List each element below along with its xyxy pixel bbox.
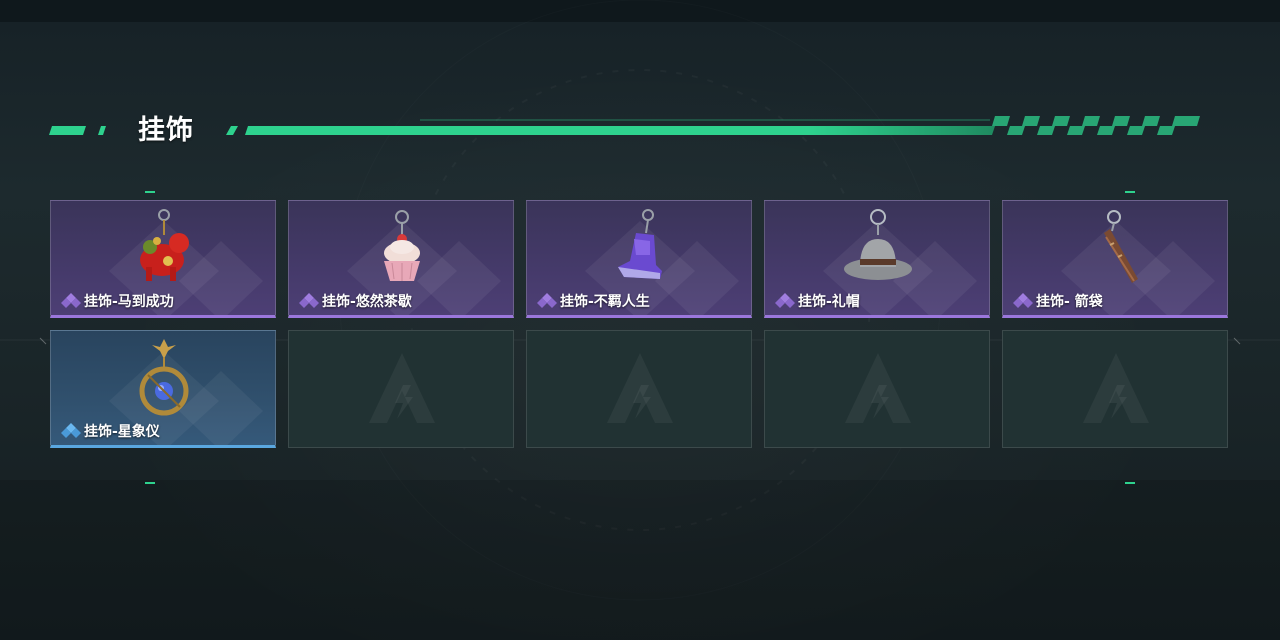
quiver-charm-icon (1104, 210, 1138, 283)
item-card-horse[interactable]: 挂饰-马到成功 (50, 200, 276, 318)
empty-slot (764, 330, 990, 448)
purple-rarity-icon (537, 293, 557, 308)
fedora-hat-charm-icon (844, 209, 912, 280)
item-label-row: 挂饰-礼帽 (775, 291, 860, 311)
item-label: 挂饰-马到成功 (84, 294, 174, 310)
game-logo-icon (607, 353, 673, 423)
empty-slot (1002, 330, 1228, 448)
item-card-quiver[interactable]: 挂饰- 箭袋 (1002, 200, 1228, 318)
section-header: 挂饰 (0, 100, 1280, 160)
top-band (0, 0, 1280, 22)
purple-rarity-icon (61, 293, 81, 308)
item-card-fedora[interactable]: 挂饰-礼帽 (764, 200, 990, 318)
item-label-row: 挂饰- 箭袋 (1013, 291, 1103, 311)
blue-rarity-icon (61, 423, 81, 438)
game-logo-icon (369, 353, 435, 423)
cupcake-charm-icon (384, 210, 420, 281)
item-label: 挂饰-悠然茶歇 (322, 294, 412, 310)
item-card-cupcake[interactable]: 挂饰-悠然茶歇 (288, 200, 514, 318)
item-label-row: 挂饰-马到成功 (61, 291, 174, 311)
section-title: 挂饰 (138, 115, 194, 146)
item-label: 挂饰-礼帽 (798, 294, 860, 310)
red-horse-charm-icon (140, 209, 189, 281)
item-card-sneaker[interactable]: 挂饰-不羁人生 (526, 200, 752, 318)
purple-rarity-icon (775, 293, 795, 308)
game-logo-icon (845, 353, 911, 423)
item-label-row: 挂饰-悠然茶歇 (299, 291, 412, 311)
item-label: 挂饰-不羁人生 (560, 294, 650, 310)
item-card-astrolabe[interactable]: 挂饰-星象仪 (50, 330, 276, 448)
item-grid: 挂饰-马到成功 挂饰-悠然茶歇 挂饰-不羁人生 挂饰-礼帽 挂饰- 箭袋 挂饰-… (50, 200, 1230, 450)
empty-slot (288, 330, 514, 448)
item-label: 挂饰- 箭袋 (1036, 294, 1103, 310)
sneaker-charm-icon (618, 209, 662, 279)
astrolabe-charm-icon (139, 339, 189, 416)
purple-rarity-icon (1013, 293, 1033, 308)
empty-slot (526, 330, 752, 448)
item-label-row: 挂饰-星象仪 (61, 421, 160, 441)
item-label-row: 挂饰-不羁人生 (537, 291, 650, 311)
purple-rarity-icon (299, 293, 319, 308)
game-logo-icon (1083, 353, 1149, 423)
item-label: 挂饰-星象仪 (84, 424, 160, 440)
